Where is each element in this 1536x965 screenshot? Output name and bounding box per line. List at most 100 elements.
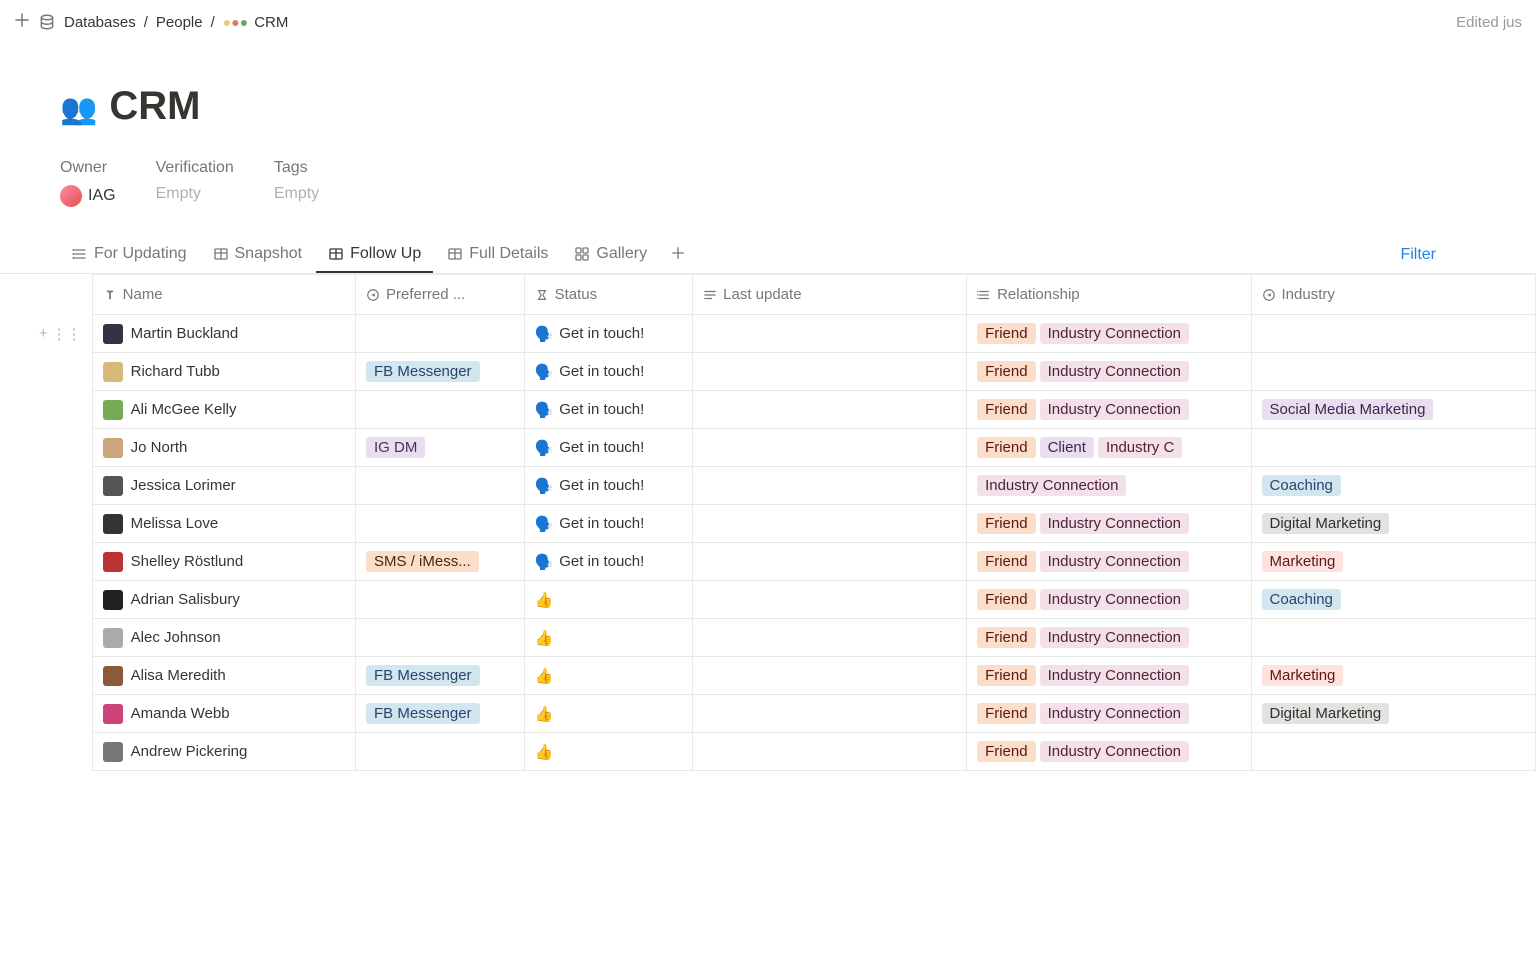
table-row[interactable]: Richard TubbFB Messenger🗣️Get in touch!F… bbox=[50, 353, 1536, 391]
cell-industry[interactable] bbox=[1251, 733, 1535, 771]
cell-relationship[interactable]: Industry Connection bbox=[967, 467, 1251, 505]
cell-last-update[interactable] bbox=[693, 581, 967, 619]
cell-preferred[interactable] bbox=[356, 467, 525, 505]
cell-status[interactable]: 👍 bbox=[524, 733, 693, 771]
cell-preferred[interactable]: SMS / iMess... bbox=[356, 543, 525, 581]
breadcrumb-root[interactable]: Databases bbox=[64, 14, 136, 31]
cell-industry[interactable]: Social Media Marketing bbox=[1251, 391, 1535, 429]
cell-preferred[interactable] bbox=[356, 505, 525, 543]
cell-name[interactable]: Alec Johnson bbox=[92, 619, 355, 657]
cell-relationship[interactable]: FriendIndustry Connection bbox=[967, 695, 1251, 733]
table-row[interactable]: Jessica Lorimer 🗣️Get in touch! Industry C… bbox=[50, 467, 1536, 505]
column-header-status[interactable]: Status bbox=[524, 275, 693, 315]
tab-follow-up[interactable]: Follow Up bbox=[316, 237, 433, 273]
cell-last-update[interactable] bbox=[693, 315, 967, 353]
cell-preferred[interactable] bbox=[356, 619, 525, 657]
prop-owner-value[interactable]: IAG bbox=[60, 185, 116, 207]
cell-name[interactable]: Adrian Salisbury bbox=[92, 581, 355, 619]
cell-preferred[interactable] bbox=[356, 315, 525, 353]
cell-industry[interactable]: Digital Marketing bbox=[1251, 505, 1535, 543]
page-icon[interactable]: 👥 bbox=[60, 88, 97, 126]
cell-relationship[interactable]: FriendIndustry Connection bbox=[967, 619, 1251, 657]
drag-handle-icon[interactable]: ⋮⋮ bbox=[52, 325, 82, 343]
add-view-button[interactable] bbox=[661, 240, 695, 270]
cell-industry[interactable]: Marketing bbox=[1251, 657, 1535, 695]
table-row[interactable]: + ⋮⋮Martin Buckland🗣️Get in touch!Friend… bbox=[50, 315, 1536, 353]
cell-relationship[interactable]: FriendIndustry Connection bbox=[967, 581, 1251, 619]
cell-preferred[interactable]: IG DM bbox=[356, 429, 525, 467]
cell-status[interactable]: 🗣️Get in touch! bbox=[524, 505, 693, 543]
cell-status[interactable]: 🗣️Get in touch! bbox=[524, 543, 693, 581]
cell-last-update[interactable] bbox=[693, 429, 967, 467]
table-row[interactable]: Amanda WebbFB Messenger👍 FriendIndustry C… bbox=[50, 695, 1536, 733]
cell-status[interactable]: 👍 bbox=[524, 581, 693, 619]
cell-status[interactable]: 🗣️Get in touch! bbox=[524, 315, 693, 353]
cell-last-update[interactable] bbox=[693, 543, 967, 581]
cell-name[interactable]: Martin Buckland bbox=[92, 315, 355, 353]
cell-name[interactable]: Melissa Love bbox=[92, 505, 355, 543]
tab-for-updating[interactable]: For Updating bbox=[60, 237, 199, 273]
cell-relationship[interactable]: FriendIndustry Connection bbox=[967, 505, 1251, 543]
cell-relationship[interactable]: FriendClientIndustry C bbox=[967, 429, 1251, 467]
cell-relationship[interactable]: FriendIndustry Connection bbox=[967, 543, 1251, 581]
cell-last-update[interactable] bbox=[693, 353, 967, 391]
table-row[interactable]: Alisa MeredithFB Messenger👍FriendIndustr… bbox=[50, 657, 1536, 695]
cell-last-update[interactable] bbox=[693, 695, 967, 733]
column-header-relationship[interactable]: Relationship bbox=[967, 275, 1251, 315]
cell-last-update[interactable] bbox=[693, 391, 967, 429]
cell-preferred[interactable] bbox=[356, 733, 525, 771]
cell-name[interactable]: Andrew Pickering bbox=[92, 733, 355, 771]
column-header-name[interactable]: Name bbox=[92, 275, 355, 315]
cell-industry[interactable]: Coaching bbox=[1251, 581, 1535, 619]
cell-last-update[interactable] bbox=[693, 657, 967, 695]
cell-preferred[interactable]: FB Messenger bbox=[356, 657, 525, 695]
cell-name[interactable]: Ali McGee Kelly bbox=[92, 391, 355, 429]
cell-last-update[interactable] bbox=[693, 733, 967, 771]
cell-industry[interactable] bbox=[1251, 429, 1535, 467]
column-header-industry[interactable]: Industry bbox=[1251, 275, 1535, 315]
tab-full-details[interactable]: Full Details bbox=[435, 237, 560, 273]
table-row[interactable]: Alec Johnson 👍 FriendIndustry Connection bbox=[50, 619, 1536, 657]
cell-name[interactable]: Jo North bbox=[92, 429, 355, 467]
cell-last-update[interactable] bbox=[693, 619, 967, 657]
cell-last-update[interactable] bbox=[693, 505, 967, 543]
prop-verification-value[interactable]: Empty bbox=[156, 185, 234, 203]
cell-name[interactable]: Jessica Lorimer bbox=[92, 467, 355, 505]
cell-status[interactable]: 🗣️Get in touch! bbox=[524, 353, 693, 391]
column-header-preferred[interactable]: Preferred ... bbox=[356, 275, 525, 315]
prop-tags-value[interactable]: Empty bbox=[274, 185, 319, 203]
cell-status[interactable]: 👍 bbox=[524, 657, 693, 695]
add-page-icon[interactable] bbox=[14, 12, 30, 32]
cell-preferred[interactable] bbox=[356, 581, 525, 619]
cell-status[interactable]: 🗣️Get in touch! bbox=[524, 467, 693, 505]
cell-name[interactable]: Amanda Webb bbox=[92, 695, 355, 733]
filter-button[interactable]: Filter bbox=[1400, 246, 1436, 264]
cell-preferred[interactable]: FB Messenger bbox=[356, 695, 525, 733]
table-row[interactable]: Shelley RöstlundSMS / iMess...🗣️Get in t… bbox=[50, 543, 1536, 581]
table-row[interactable]: Adrian Salisbury 👍 FriendIndustry Connecti… bbox=[50, 581, 1536, 619]
cell-status[interactable]: 🗣️Get in touch! bbox=[524, 429, 693, 467]
cell-name[interactable]: Richard Tubb bbox=[92, 353, 355, 391]
cell-status[interactable]: 🗣️Get in touch! bbox=[524, 391, 693, 429]
cell-industry[interactable]: Digital Marketing bbox=[1251, 695, 1535, 733]
cell-industry[interactable]: Marketing bbox=[1251, 543, 1535, 581]
cell-relationship[interactable]: FriendIndustry Connection bbox=[967, 391, 1251, 429]
table-row[interactable]: Ali McGee Kelly 🗣️Get in touch! FriendIndu… bbox=[50, 391, 1536, 429]
tab-snapshot[interactable]: Snapshot bbox=[201, 237, 315, 273]
cell-status[interactable]: 👍 bbox=[524, 619, 693, 657]
add-row-icon[interactable]: + bbox=[39, 325, 48, 343]
page-title[interactable]: CRM bbox=[109, 84, 200, 129]
cell-name[interactable]: Alisa Meredith bbox=[92, 657, 355, 695]
cell-preferred[interactable] bbox=[356, 391, 525, 429]
column-header-last-update[interactable]: Last update bbox=[693, 275, 967, 315]
cell-name[interactable]: Shelley Röstlund bbox=[92, 543, 355, 581]
cell-industry[interactable] bbox=[1251, 353, 1535, 391]
breadcrumb-current[interactable]: ●●● CRM bbox=[223, 14, 289, 31]
cell-last-update[interactable] bbox=[693, 467, 967, 505]
cell-relationship[interactable]: FriendIndustry Connection bbox=[967, 315, 1251, 353]
cell-relationship[interactable]: FriendIndustry Connection bbox=[967, 353, 1251, 391]
table-row[interactable]: Jo NorthIG DM🗣️Get in touch! FriendClient… bbox=[50, 429, 1536, 467]
breadcrumb-parent[interactable]: People bbox=[156, 14, 203, 31]
cell-industry[interactable]: Coaching bbox=[1251, 467, 1535, 505]
cell-status[interactable]: 👍 bbox=[524, 695, 693, 733]
